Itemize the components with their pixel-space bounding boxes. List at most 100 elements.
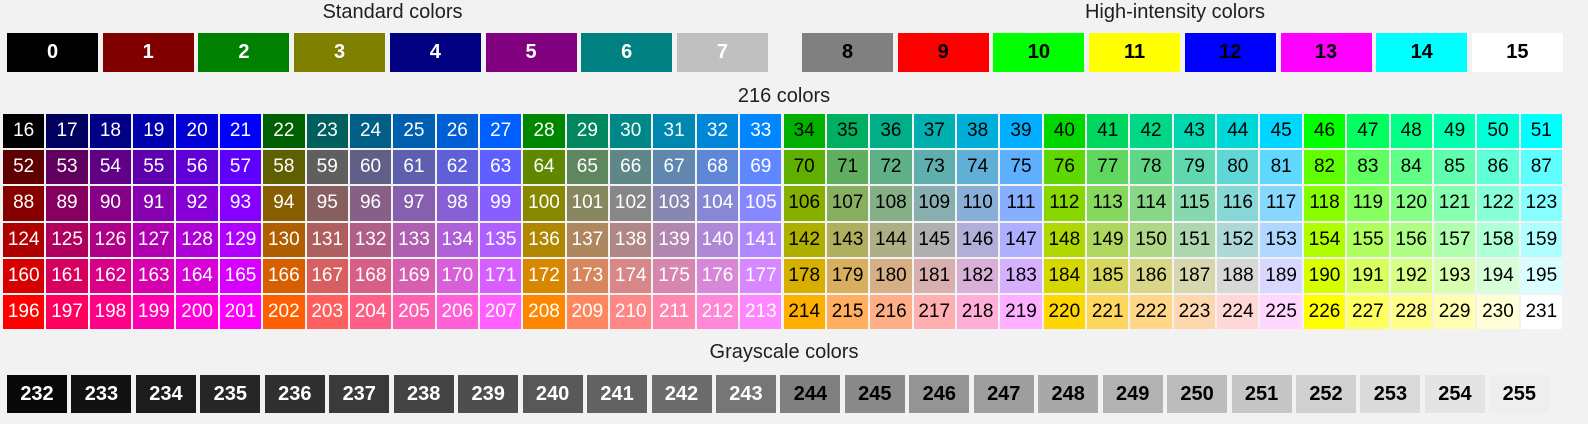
swatch-104: 104 [696, 186, 739, 221]
swatch-193: 193 [1433, 258, 1476, 293]
swatch-166: 166 [263, 258, 305, 293]
swatch-100: 100 [523, 186, 565, 221]
swatch-125: 125 [46, 222, 88, 257]
swatch-144: 144 [870, 222, 912, 257]
swatch-94: 94 [263, 186, 305, 221]
swatch-229: 229 [1433, 295, 1476, 330]
swatch-241: 241 [587, 375, 648, 413]
swatch-50: 50 [1477, 114, 1519, 149]
swatch-88: 88 [3, 186, 45, 221]
swatch-196: 196 [3, 295, 45, 330]
swatch-119: 119 [1347, 186, 1389, 221]
swatch-77: 77 [1087, 150, 1129, 185]
swatch-255: 255 [1489, 375, 1550, 413]
swatch-93: 93 [219, 186, 262, 221]
swatch-190: 190 [1303, 258, 1346, 293]
swatch-39: 39 [1000, 114, 1042, 149]
swatch-239: 239 [458, 375, 519, 413]
swatch-211: 211 [653, 295, 695, 330]
swatch-155: 155 [1347, 222, 1389, 257]
swatch-130: 130 [263, 222, 305, 257]
swatch-141: 141 [740, 222, 782, 257]
swatch-57: 57 [219, 150, 262, 185]
swatch-173: 173 [566, 258, 609, 293]
swatch-245: 245 [844, 375, 905, 413]
swatch-72: 72 [870, 150, 912, 185]
swatch-74: 74 [956, 150, 999, 185]
swatch-199: 199 [133, 295, 175, 330]
swatch-35: 35 [826, 114, 869, 149]
swatch-188: 188 [1217, 258, 1259, 293]
swatch-5: 5 [485, 33, 577, 72]
swatch-22: 22 [263, 114, 305, 149]
swatch-45: 45 [1260, 114, 1302, 149]
swatch-184: 184 [1043, 258, 1086, 293]
swatch-180: 180 [870, 258, 912, 293]
swatch-179: 179 [826, 258, 869, 293]
swatch-187: 187 [1173, 258, 1216, 293]
swatch-92: 92 [176, 186, 218, 221]
swatch-21: 21 [219, 114, 262, 149]
swatch-20: 20 [176, 114, 218, 149]
swatch-143: 143 [826, 222, 869, 257]
swatch-1: 1 [102, 33, 194, 72]
swatch-230: 230 [1477, 295, 1519, 330]
swatch-201: 201 [219, 295, 262, 330]
swatch-62: 62 [436, 150, 478, 185]
swatch-63: 63 [479, 150, 522, 185]
swatch-109: 109 [913, 186, 955, 221]
swatch-138: 138 [610, 222, 652, 257]
swatch-219: 219 [1000, 295, 1042, 330]
swatch-103: 103 [653, 186, 695, 221]
swatch-204: 204 [349, 295, 392, 330]
swatch-123: 123 [1520, 186, 1562, 221]
swatch-252: 252 [1296, 375, 1356, 413]
swatch-105: 105 [740, 186, 782, 221]
swatch-214: 214 [783, 295, 825, 330]
swatch-4: 4 [389, 33, 481, 72]
swatch-106: 106 [783, 186, 825, 221]
swatch-137: 137 [566, 222, 609, 257]
swatch-178: 178 [783, 258, 825, 293]
swatch-16: 16 [3, 114, 45, 149]
swatch-167: 167 [306, 258, 348, 293]
swatch-34: 34 [783, 114, 825, 149]
swatch-58: 58 [263, 150, 305, 185]
swatch-249: 249 [1102, 375, 1163, 413]
swatch-189: 189 [1260, 258, 1302, 293]
swatch-203: 203 [306, 295, 348, 330]
swatch-24: 24 [349, 114, 392, 149]
swatch-197: 197 [46, 295, 88, 330]
swatch-26: 26 [436, 114, 478, 149]
swatch-228: 228 [1390, 295, 1432, 330]
swatch-31: 31 [653, 114, 695, 149]
swatch-115: 115 [1173, 186, 1216, 221]
swatch-91: 91 [133, 186, 175, 221]
swatch-87: 87 [1520, 150, 1562, 185]
swatch-128: 128 [176, 222, 218, 257]
swatch-216: 216 [870, 295, 912, 330]
swatch-158: 158 [1477, 222, 1519, 257]
swatch-215: 215 [826, 295, 869, 330]
swatch-248: 248 [1038, 375, 1099, 413]
swatch-55: 55 [133, 150, 175, 185]
swatch-41: 41 [1087, 114, 1129, 149]
swatch-251: 251 [1231, 375, 1292, 413]
swatch-48: 48 [1390, 114, 1432, 149]
swatch-209: 209 [566, 295, 609, 330]
swatch-113: 113 [1087, 186, 1129, 221]
swatch-246: 246 [909, 375, 970, 413]
swatch-131: 131 [306, 222, 348, 257]
swatch-213: 213 [740, 295, 782, 330]
swatch-65: 65 [566, 150, 609, 185]
swatch-206: 206 [436, 295, 478, 330]
swatch-238: 238 [393, 375, 454, 413]
swatch-220: 220 [1043, 295, 1086, 330]
standard-colors-heading: Standard colors [322, 1, 463, 23]
swatch-95: 95 [306, 186, 348, 221]
swatch-218: 218 [956, 295, 999, 330]
swatch-177: 177 [740, 258, 782, 293]
swatch-64: 64 [523, 150, 565, 185]
swatch-154: 154 [1303, 222, 1346, 257]
swatch-59: 59 [306, 150, 348, 185]
